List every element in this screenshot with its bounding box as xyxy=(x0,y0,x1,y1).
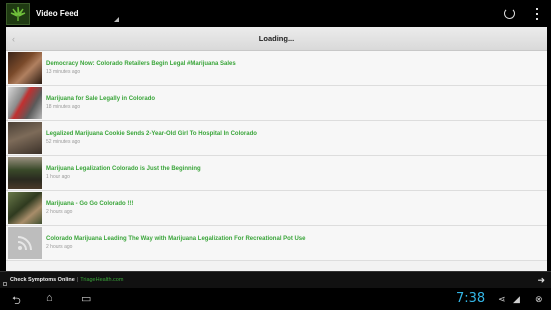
list-item[interactable]: Marijuana Legalization Colorado is Just … xyxy=(6,156,547,191)
ad-info-icon[interactable] xyxy=(3,282,7,286)
refresh-icon[interactable] xyxy=(504,8,515,19)
loading-text: Loading... xyxy=(258,34,295,43)
item-time: 2 hours ago xyxy=(46,244,73,250)
ad-site: TriageHealth.com xyxy=(80,277,124,283)
item-time: 18 minutes ago xyxy=(46,104,81,110)
video-thumbnail xyxy=(8,192,42,224)
spinner-dropdown-indicator[interactable] xyxy=(114,17,119,22)
signal-icon: ◢ xyxy=(513,294,520,304)
video-thumbnail xyxy=(8,122,42,154)
video-thumbnail xyxy=(8,157,42,189)
home-icon[interactable]: ⌂ xyxy=(46,292,53,304)
cannabis-leaf-icon[interactable] xyxy=(6,2,30,25)
loading-header: ‹ Loading... xyxy=(6,27,547,51)
system-navigation-bar: ⮌ ⌂ ▭ 7:38 ⋖ ◢ ⊗ xyxy=(0,288,551,310)
ad-separator: | xyxy=(76,277,79,283)
item-title: Marijuana for Sale Legally in Colorado xyxy=(46,96,156,102)
item-title: Marijuana Legalization Colorado is Just … xyxy=(46,166,201,172)
chevron-left-icon: ‹ xyxy=(12,34,15,44)
action-bar: Video Feed xyxy=(0,0,551,27)
recent-apps-icon[interactable]: ▭ xyxy=(81,292,91,305)
item-time: 1 hour ago xyxy=(46,174,70,180)
item-title: Democracy Now: Colorado Retailers Begin … xyxy=(46,61,236,67)
item-time: 13 minutes ago xyxy=(46,69,81,75)
app-title: Video Feed xyxy=(36,9,79,18)
list-item[interactable]: Marijuana - Go Go Colorado !!! 2 hours a… xyxy=(6,191,547,226)
video-list: Democracy Now: Colorado Retailers Begin … xyxy=(6,51,547,261)
item-time: 52 minutes ago xyxy=(46,139,81,145)
video-thumbnail xyxy=(8,87,42,119)
item-title: Legalized Marijuana Cookie Sends 2-Year-… xyxy=(46,131,257,137)
list-item[interactable]: Marijuana for Sale Legally in Colorado 1… xyxy=(6,86,547,121)
video-thumbnail xyxy=(8,227,42,259)
item-title: Colorado Marijuana Leading The Way with … xyxy=(46,236,306,242)
arrow-right-icon[interactable]: ➜ xyxy=(537,275,545,286)
overflow-menu-icon[interactable] xyxy=(535,8,539,20)
list-item[interactable]: Democracy Now: Colorado Retailers Begin … xyxy=(6,51,547,86)
ad-label: Check Symptoms Online xyxy=(10,277,75,283)
feed-content: ‹ Loading... Democracy Now: Colorado Ret… xyxy=(6,27,547,271)
ad-banner[interactable]: Check Symptoms Online | TriageHealth.com… xyxy=(0,271,551,288)
rss-icon xyxy=(17,236,32,251)
clock: 7:38 xyxy=(456,291,486,306)
close-icon[interactable]: ⊗ xyxy=(535,294,543,305)
list-item[interactable]: Legalized Marijuana Cookie Sends 2-Year-… xyxy=(6,121,547,156)
back-icon[interactable]: ⮌ xyxy=(12,292,21,310)
share-icon: ⋖ xyxy=(498,294,506,304)
list-item[interactable]: Colorado Marijuana Leading The Way with … xyxy=(6,226,547,261)
item-time: 2 hours ago xyxy=(46,209,73,215)
video-thumbnail xyxy=(8,52,42,84)
item-title: Marijuana - Go Go Colorado !!! xyxy=(46,201,134,207)
